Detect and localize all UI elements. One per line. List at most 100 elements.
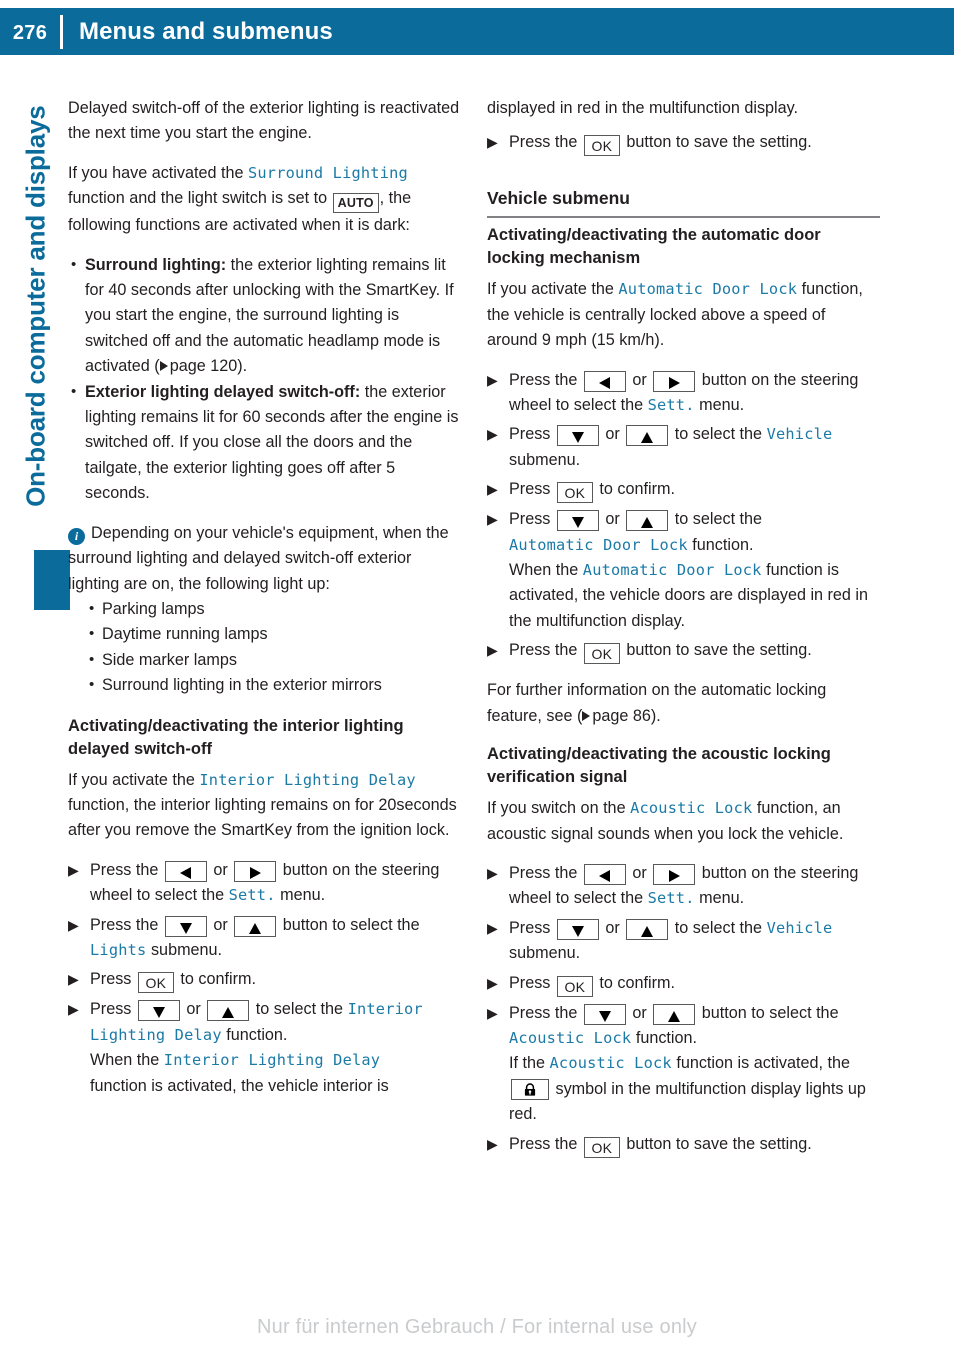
down-arrow-key[interactable] — [556, 510, 599, 532]
chapter-tab: On-board computer and displays — [16, 106, 70, 610]
left-arrow-icon — [180, 866, 192, 879]
ok-key[interactable]: OK — [583, 1136, 620, 1158]
paragraph-continued: displayed in red in the multifunction di… — [487, 99, 799, 117]
step-arrow-icon: ▶ — [68, 916, 79, 933]
up-arrow-key[interactable] — [234, 915, 277, 937]
header-divider — [60, 14, 63, 49]
text-run: or — [600, 425, 625, 444]
text-run: ). — [650, 706, 661, 725]
text-run: to select the — [251, 1000, 348, 1019]
ok-key[interactable]: OK — [583, 643, 620, 665]
page-header: 276 Menus and submenus — [0, 8, 954, 55]
auto-key: AUTO — [332, 193, 379, 214]
ok-key[interactable]: OK — [137, 972, 174, 994]
code-interior-lighting-delay: Interior Lighting Delay — [163, 1051, 381, 1070]
section-heading-vehicle-submenu: Vehicle submenu — [487, 186, 880, 219]
note-block: i Depending on your vehicle's equipment, … — [68, 521, 461, 699]
note-paragraph: i Depending on your vehicle's equipment, … — [68, 521, 461, 597]
left-arrow-icon — [599, 869, 611, 882]
text-run: Press — [90, 1000, 136, 1019]
left-arrow-key[interactable] — [583, 863, 626, 885]
lock-symbol-key — [511, 1078, 549, 1100]
code-vehicle-submenu: Vehicle — [766, 918, 833, 937]
text-run: If you activate the — [487, 280, 619, 299]
page-number: 276 — [12, 21, 48, 44]
code-acoustic-lock: Acoustic Lock — [509, 1028, 632, 1047]
footer-watermark: Nur für internen Gebrauch / For internal… — [256, 1316, 697, 1338]
right-arrow-key[interactable] — [234, 860, 277, 882]
step-item: ▶ Press or to select the Automatic Door L… — [487, 507, 880, 634]
step-arrow-icon: ▶ — [68, 971, 79, 988]
up-arrow-icon — [249, 922, 262, 934]
page-reference[interactable]: page 120 — [170, 357, 238, 375]
left-arrow-key[interactable] — [164, 860, 207, 882]
up-arrow-key[interactable] — [626, 510, 669, 532]
text-run: If you activate the — [68, 770, 200, 789]
bullet-lead: Surround lighting: — [85, 255, 227, 274]
text-run: function is activated, the — [671, 1054, 850, 1073]
left-column: Delayed switch-off of the exterior light… — [68, 96, 461, 1113]
step-item: ▶ Press the or button on the steering whe… — [487, 368, 880, 419]
chapter-tab-marker — [34, 550, 70, 610]
text-run: or — [208, 860, 233, 879]
code-acoustic-lock: Acoustic Lock — [630, 799, 753, 818]
step-item: ▶ Press the or button on the steering whe… — [68, 858, 461, 909]
list-item: Side marker lamps — [86, 647, 461, 673]
step-arrow-icon: ▶ — [487, 481, 498, 498]
left-arrow-key[interactable] — [583, 370, 626, 392]
list-item: Surround lighting in the exterior mirror… — [86, 672, 461, 698]
text-run: to confirm. — [594, 480, 675, 499]
list-item: Exterior lighting delayed switch-off: th… — [68, 379, 461, 507]
down-arrow-key[interactable] — [556, 425, 599, 447]
up-arrow-icon — [641, 432, 654, 444]
up-arrow-key[interactable] — [626, 918, 669, 940]
text-run: or — [627, 1003, 652, 1022]
list-item: Surround lighting: the exterior lighting… — [68, 252, 461, 380]
right-arrow-key[interactable] — [653, 863, 696, 885]
up-arrow-key[interactable] — [207, 1000, 250, 1022]
text-run: or — [181, 1000, 206, 1019]
paragraph-surround-lighting: If you have activated the Surround Light… — [68, 161, 461, 239]
chapter-tab-label: On-board computer and displays — [20, 105, 51, 507]
text-run: Press the — [90, 915, 163, 934]
down-arrow-key[interactable] — [556, 918, 599, 940]
text-run: If you switch on the — [487, 799, 631, 818]
text-run: Press the — [509, 641, 582, 660]
page-reference[interactable]: page 86 — [592, 707, 651, 725]
step-item: ▶ Press the or button to select the Acous… — [487, 1001, 880, 1128]
step-arrow-icon: ▶ — [487, 134, 498, 151]
ok-key[interactable]: OK — [556, 975, 593, 997]
page-ref-icon — [159, 361, 168, 372]
step-arrow-icon: ▶ — [487, 864, 498, 881]
text-run: to select the — [670, 510, 763, 529]
code-automatic-door-lock: Automatic Door Lock — [582, 561, 762, 580]
text-run: or — [627, 370, 652, 389]
code-sett-menu: Sett. — [647, 396, 695, 415]
down-arrow-key[interactable] — [583, 1003, 626, 1025]
up-arrow-key[interactable] — [626, 425, 669, 447]
page-title: Menus and submenus — [79, 17, 333, 45]
step-item: ▶ Press or to select the Interior Lightin… — [68, 997, 461, 1099]
step-list-save-interior: ▶ Press the OK button to save the setting… — [487, 130, 880, 157]
up-arrow-icon — [641, 517, 654, 529]
step-item: ▶ Press or to select the Vehicle submenu. — [487, 422, 880, 473]
right-arrow-key[interactable] — [653, 370, 696, 392]
step-arrow-icon: ▶ — [487, 974, 498, 991]
paragraph-acoustic-lock-intro: If you switch on the Acoustic Lock funct… — [487, 796, 880, 847]
step-arrow-icon: ▶ — [487, 511, 498, 528]
text-run: to select the — [670, 918, 767, 937]
text-run: function. — [631, 1028, 698, 1047]
text-run: Press — [509, 510, 555, 529]
up-arrow-key[interactable] — [653, 1003, 696, 1025]
down-arrow-icon — [152, 1007, 165, 1019]
step-arrow-icon: ▶ — [487, 642, 498, 659]
step-arrow-icon: ▶ — [487, 919, 498, 936]
text-run: Press the — [90, 860, 163, 879]
down-arrow-key[interactable] — [164, 915, 207, 937]
ok-key[interactable]: OK — [583, 135, 620, 157]
ok-key[interactable]: OK — [556, 482, 593, 504]
paragraph-further-information: For further information on the automatic… — [487, 678, 880, 729]
down-arrow-key[interactable] — [137, 1000, 180, 1022]
text-run: If the — [509, 1054, 550, 1073]
left-arrow-icon — [599, 376, 611, 389]
